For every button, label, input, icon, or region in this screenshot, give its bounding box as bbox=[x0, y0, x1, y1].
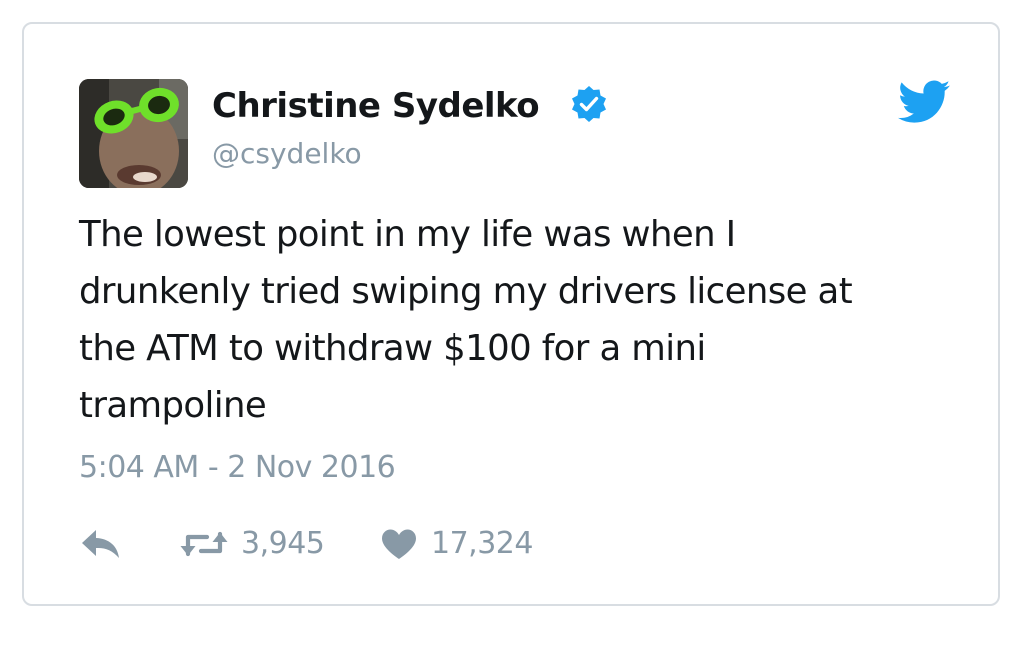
reply-button[interactable] bbox=[79, 522, 123, 566]
reply-icon bbox=[82, 530, 119, 558]
twitter-bird-icon[interactable] bbox=[898, 80, 950, 124]
avatar-image bbox=[79, 79, 188, 188]
tweet-timestamp[interactable]: 5:04 AM - 2 Nov 2016 bbox=[79, 448, 396, 488]
tweet-card: Christine Sydelko @csydelko The lowest p… bbox=[22, 22, 1000, 606]
like-count: 17,324 bbox=[431, 526, 533, 561]
retweet-icon bbox=[180, 531, 228, 557]
retweet-count: 3,945 bbox=[241, 526, 325, 561]
tweet-text: The lowest point in my life was when I d… bbox=[79, 214, 853, 426]
retweet-button[interactable]: 3,945 bbox=[179, 522, 325, 566]
verified-badge-icon bbox=[569, 84, 609, 124]
avatar[interactable] bbox=[79, 79, 188, 188]
like-button[interactable]: 17,324 bbox=[379, 522, 533, 566]
author-display-name[interactable]: Christine Sydelko bbox=[212, 84, 540, 128]
author-handle[interactable]: @csydelko bbox=[212, 136, 362, 172]
heart-icon bbox=[382, 529, 416, 559]
